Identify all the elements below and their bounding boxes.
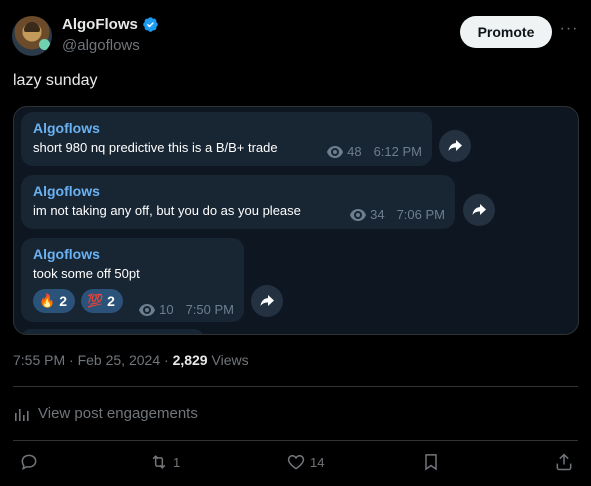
share-upload-icon [556,453,572,471]
separator: · [164,352,169,368]
embedded-image[interactable]: Algoflows short 980 nq predictive this i… [13,106,579,335]
message-views: 10 [159,302,174,317]
hundred-icon: 💯 [86,293,104,308]
message-bubble: Algoflows im not taking any off, but you… [21,175,455,229]
message-views: 34 [370,207,385,222]
bookmark-icon [425,454,437,471]
engagements-label: View post engagements [38,405,198,422]
reply-button[interactable] [19,452,43,472]
like-button[interactable]: 14 [286,452,324,472]
message-views: 48 [347,144,362,159]
views-eye-icon [139,303,156,316]
post-timestamp: 7:55 PM · Feb 25, 2024 · 2,829 Views [13,352,249,368]
views-eye-icon [327,145,344,158]
action-bar: 1 14 [0,452,591,476]
views-eye-icon [350,208,367,221]
post-header: AlgoFlows @algoflows Promote ··· [12,14,591,58]
author-name[interactable]: AlgoFlows [62,16,138,33]
repost-count: 1 [173,454,181,470]
reaction-count: 2 [107,293,115,309]
reaction-hundred[interactable]: 💯 2 [80,289,123,313]
message-meta: 10 7:50 PM [139,302,234,317]
post-text: lazy sunday [13,72,98,89]
message-sender: Algoflows [33,120,100,136]
bookmark-button[interactable] [421,452,441,472]
more-dots-icon[interactable]: ··· [559,21,579,42]
analytics-bars-icon [15,408,29,421]
author-name-row: AlgoFlows [62,16,159,33]
views-count: 2,829 [172,352,208,368]
view-engagements-link[interactable]: View post engagements [14,405,198,422]
reply-icon [21,454,37,471]
message-sender: Algoflows [33,246,100,262]
reaction-count: 2 [59,293,67,309]
fire-icon: 🔥 [39,293,56,308]
verified-badge-icon [143,17,158,32]
post-time[interactable]: 7:55 PM [13,352,65,368]
message-text: took some off 50pt [33,266,140,281]
promote-button[interactable]: Promote [460,16,552,48]
heart-icon [287,454,305,470]
avatar[interactable] [12,16,52,56]
author-handle[interactable]: @algoflows [62,37,140,54]
message-meta: 34 7:06 PM [350,207,445,222]
post-date[interactable]: Feb 25, 2024 [78,352,161,368]
message-meta: 48 6:12 PM [327,144,422,159]
share-button[interactable] [554,452,574,472]
views-label: Views [211,352,249,368]
message-bubble: Algoflows took some off 50pt 🔥 2 💯 2 10 … [21,238,244,322]
separator: · [69,352,74,368]
divider [13,386,578,387]
message-time: 6:12 PM [373,144,422,159]
message-sender: Algoflows [33,183,100,199]
message-time: 7:50 PM [185,302,234,317]
repost-icon [152,455,166,469]
share-arrow-icon[interactable] [251,285,283,317]
share-arrow-icon[interactable] [463,194,495,226]
message-bubble-partial [21,329,204,334]
message-bubble: Algoflows short 980 nq predictive this i… [21,112,432,166]
divider [13,440,578,441]
like-count: 14 [310,454,325,470]
reaction-fire[interactable]: 🔥 2 [33,289,75,313]
repost-button[interactable]: 1 [149,452,180,472]
message-time: 7:06 PM [396,207,445,222]
share-arrow-icon[interactable] [439,130,471,162]
